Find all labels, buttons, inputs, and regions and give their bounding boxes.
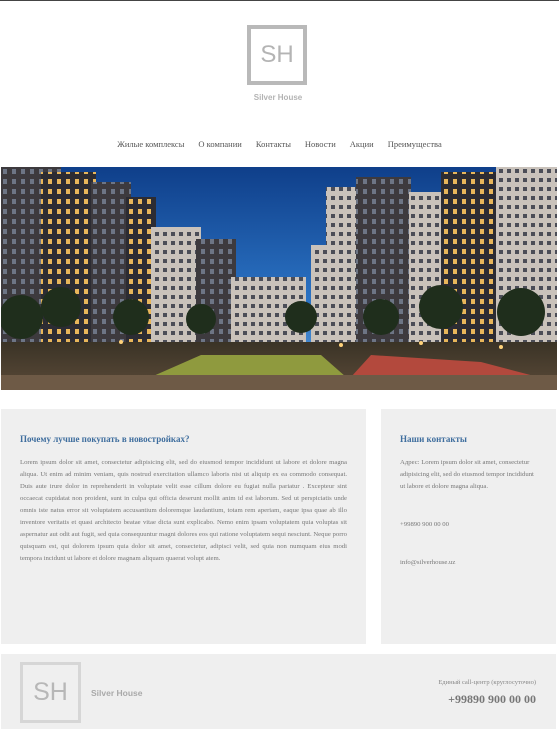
footer-brand-name: Silver House [91, 688, 143, 698]
nav-item-about[interactable]: О компании [198, 139, 241, 149]
footer-logo-letters: SH [33, 678, 68, 706]
article-text: Lorem ipsum dolor sit amet, consectetur … [20, 459, 347, 562]
contacts-address: Адрес: Lorem ipsum dolor sit amet, conse… [400, 459, 534, 490]
footer-call-center-caption: Единый call-центр (круглосуточно) [438, 679, 536, 686]
nav-item-promotions[interactable]: Акции [350, 139, 374, 149]
nav-item-advantages[interactable]: Преимущества [388, 139, 442, 149]
article-heading: Почему лучше покупать в новостройках? [20, 434, 190, 444]
header-logo[interactable]: SH [247, 25, 309, 85]
logo-letters: SH [260, 41, 294, 68]
hero-image [1, 167, 557, 390]
nav-item-news[interactable]: Новости [305, 139, 336, 149]
footer-logo[interactable]: SH [20, 662, 81, 723]
article-panel: Почему лучше покупать в новостройках? Lo… [1, 409, 366, 644]
nav-item-contacts[interactable]: Контакты [256, 139, 291, 149]
brand-name: Silver House [253, 93, 303, 102]
footer: SH Silver House Единый call-центр (кругл… [1, 654, 556, 729]
contacts-phone[interactable]: +99890 900 00 00 [400, 519, 537, 531]
contacts-email[interactable]: info@silverhouse.uz [400, 557, 537, 569]
nav-item-residential-complexes[interactable]: Жилые комплексы [117, 139, 184, 149]
top-border-line [0, 0, 559, 1]
logo-box: SH [247, 25, 307, 85]
main-nav: Жилые комплексы О компании Контакты Ново… [0, 139, 559, 149]
contacts-panel: Наши контакты Адрес: Lorem ipsum dolor s… [381, 409, 556, 644]
contacts-heading: Наши контакты [400, 434, 467, 444]
footer-phone[interactable]: +99890 900 00 00 [448, 692, 536, 707]
